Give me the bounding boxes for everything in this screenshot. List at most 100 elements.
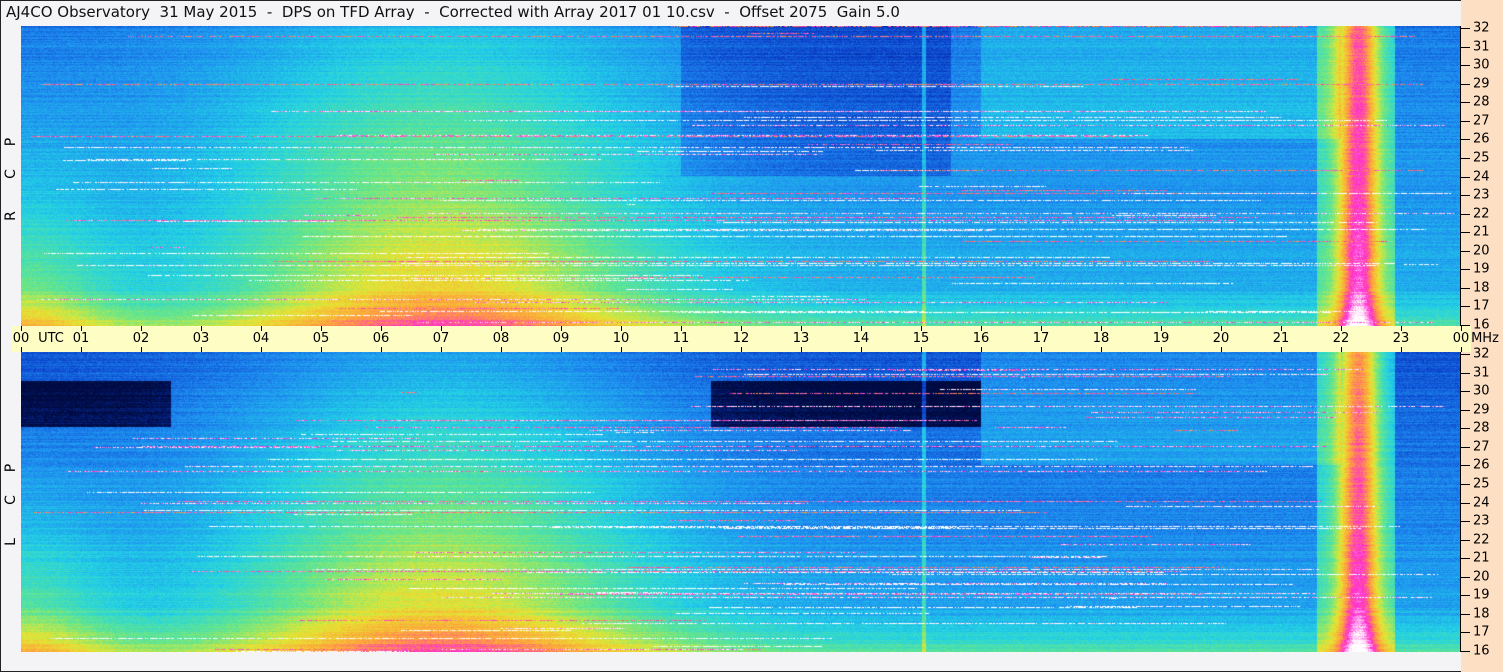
rcp-spectrogram bbox=[21, 26, 1460, 326]
time-tick bbox=[1401, 347, 1402, 352]
lcp-label: L C P bbox=[2, 446, 22, 556]
time-tick bbox=[801, 347, 802, 352]
time-tick bbox=[981, 326, 982, 331]
frequency-tick bbox=[1461, 46, 1470, 48]
panel-letter: C bbox=[3, 169, 19, 179]
frequency-tick-label: 21 bbox=[1473, 224, 1490, 240]
frequency-tick-label: 26 bbox=[1473, 457, 1490, 473]
time-tick-label: 05 bbox=[312, 331, 330, 346]
frequency-tick-label: 28 bbox=[1473, 420, 1490, 436]
panel-letter: R bbox=[3, 211, 19, 221]
frequency-tick bbox=[1461, 102, 1470, 104]
frequency-tick bbox=[1461, 651, 1470, 652]
time-tick bbox=[681, 347, 682, 352]
frequency-tick bbox=[1461, 465, 1470, 467]
time-unit-label: UTC bbox=[38, 331, 64, 346]
time-tick-label: 04 bbox=[252, 331, 270, 346]
time-tick-label: 20 bbox=[1212, 331, 1230, 346]
frequency-tick-label: 27 bbox=[1473, 113, 1490, 129]
time-tick bbox=[321, 347, 322, 352]
frequency-tick bbox=[1461, 213, 1470, 215]
frequency-tick-label: 16 bbox=[1473, 317, 1490, 333]
panel-letter: P bbox=[3, 463, 19, 473]
time-tick bbox=[381, 326, 382, 331]
time-tick bbox=[201, 347, 202, 352]
frequency-tick-label: 31 bbox=[1473, 39, 1490, 55]
time-tick bbox=[441, 347, 442, 352]
time-tick bbox=[621, 326, 622, 331]
time-tick bbox=[1161, 326, 1162, 331]
time-tick bbox=[1221, 326, 1222, 331]
time-tick bbox=[1041, 326, 1042, 331]
frequency-tick bbox=[1461, 354, 1470, 355]
frequency-tick bbox=[1461, 372, 1470, 374]
frequency-tick bbox=[1461, 287, 1470, 289]
time-tick-label: 19 bbox=[1152, 331, 1170, 346]
time-tick-label: 17 bbox=[1032, 331, 1050, 346]
frequency-tick-label: 18 bbox=[1473, 280, 1490, 296]
frequency-tick-label: 31 bbox=[1473, 365, 1490, 381]
frequency-tick-label: 24 bbox=[1473, 169, 1490, 184]
time-tick bbox=[501, 326, 502, 331]
frequency-tick-label: 20 bbox=[1473, 569, 1490, 585]
time-tick bbox=[1101, 347, 1102, 352]
time-tick bbox=[981, 347, 982, 352]
frequency-tick bbox=[1461, 65, 1470, 67]
frequency-tick-label: 32 bbox=[1473, 20, 1490, 36]
time-tick-label: 21 bbox=[1272, 331, 1290, 346]
time-tick bbox=[921, 347, 922, 352]
frequency-tick bbox=[1461, 83, 1470, 85]
frequency-tick-label: 16 bbox=[1473, 643, 1490, 659]
frequency-tick bbox=[1461, 428, 1470, 430]
panel-letter: P bbox=[3, 137, 19, 147]
frequency-tick-label: 29 bbox=[1473, 402, 1490, 418]
time-tick bbox=[741, 326, 742, 331]
chart-title: AJ4CO Observatory 31 May 2015 - DPS on T… bbox=[6, 3, 900, 21]
time-tick bbox=[1221, 347, 1222, 352]
frequency-tick-label: 25 bbox=[1473, 150, 1490, 166]
time-tick bbox=[1461, 326, 1462, 331]
time-tick-label: 14 bbox=[852, 331, 870, 346]
frequency-tick-label: 23 bbox=[1473, 187, 1490, 203]
frequency-tick-label: 24 bbox=[1473, 495, 1490, 510]
time-tick-label: 06 bbox=[372, 331, 390, 346]
frequency-tick bbox=[1461, 176, 1470, 178]
time-tick bbox=[441, 326, 442, 331]
time-tick-label: 22 bbox=[1332, 331, 1350, 346]
time-tick-label: 01 bbox=[72, 331, 90, 346]
frequency-tick bbox=[1461, 28, 1470, 29]
time-tick bbox=[561, 347, 562, 352]
time-tick-label: 00 bbox=[12, 331, 30, 346]
time-tick bbox=[141, 326, 142, 331]
frequency-tick bbox=[1461, 595, 1470, 597]
frequency-tick bbox=[1461, 558, 1470, 560]
time-tick-label: 00 bbox=[1452, 331, 1470, 346]
time-tick bbox=[1341, 326, 1342, 331]
frequency-tick bbox=[1461, 325, 1470, 326]
frequency-tick-label: 21 bbox=[1473, 550, 1490, 566]
frequency-tick-label: 26 bbox=[1473, 131, 1490, 147]
time-tick bbox=[1161, 347, 1162, 352]
frequency-tick bbox=[1461, 632, 1470, 634]
time-tick bbox=[381, 347, 382, 352]
frequency-tick bbox=[1461, 195, 1470, 197]
frequency-tick bbox=[1461, 120, 1470, 122]
time-tick-label: 23 bbox=[1392, 331, 1410, 346]
time-tick-label: 18 bbox=[1092, 331, 1110, 346]
frequency-tick-label: 22 bbox=[1473, 206, 1490, 222]
frequency-tick bbox=[1461, 539, 1470, 541]
frequency-tick-label: 25 bbox=[1473, 476, 1490, 492]
frequency-tick bbox=[1461, 483, 1470, 485]
frequency-tick-label: 17 bbox=[1473, 298, 1490, 314]
time-tick-label: 02 bbox=[132, 331, 150, 346]
frequency-tick bbox=[1461, 446, 1470, 448]
frequency-tick bbox=[1461, 157, 1470, 159]
frequency-tick bbox=[1461, 409, 1470, 411]
time-tick-label: 08 bbox=[492, 331, 510, 346]
frequency-tick-label: 17 bbox=[1473, 624, 1490, 640]
frequency-tick-label: 22 bbox=[1473, 532, 1490, 548]
rcp-label: R C P bbox=[2, 120, 22, 230]
time-tick bbox=[681, 326, 682, 331]
panel-letter: L bbox=[3, 538, 19, 546]
time-tick bbox=[1461, 347, 1462, 352]
